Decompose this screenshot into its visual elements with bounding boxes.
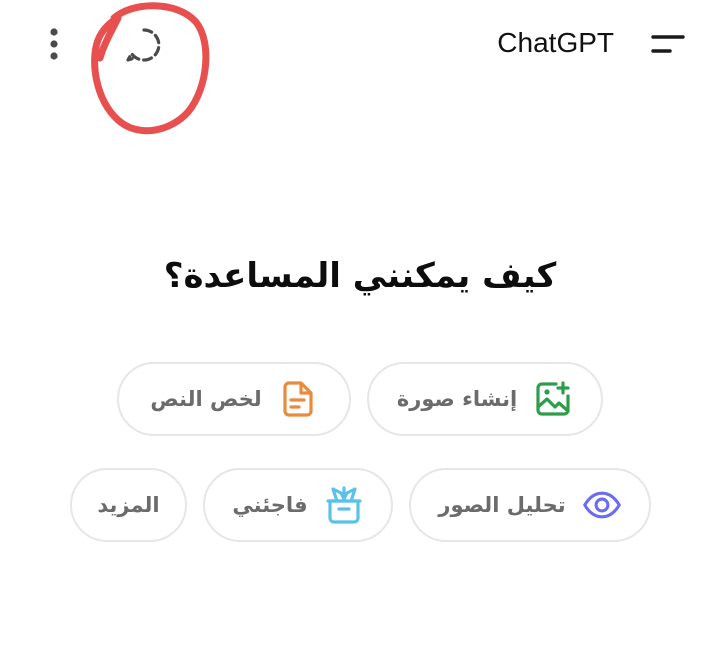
document-icon [278,379,318,419]
chip-label: المزيد [97,493,160,517]
app-title: ChatGPT [497,27,614,58]
eye-icon [582,485,622,525]
greeting-heading: كيف يمكنني المساعدة؟ [163,256,557,296]
surprise-me-chip[interactable]: فاجئني [203,468,393,542]
chip-label: تحليل الصور [438,493,566,517]
menu-button[interactable] [646,24,690,64]
analyze-images-chip[interactable]: تحليل الصور [409,468,651,542]
menu-icon [651,35,685,53]
gift-box-icon [324,485,364,525]
temporary-chat-button[interactable] [118,22,170,68]
image-create-icon [533,379,573,419]
top-bar: ChatGPT [0,0,720,135]
more-vertical-icon [50,28,58,60]
more-suggestions-chip[interactable]: المزيد [70,468,187,542]
chip-label: لخص النص [150,387,262,411]
chat-home-screen: ChatGPT كيف يمكنني المساعدة؟ إنشاء صورة [0,0,720,669]
chip-label: إنشاء صورة [396,387,518,411]
dashed-circle-chat-icon [126,28,161,62]
more-options-button[interactable] [36,26,72,62]
chip-label: فاجئني [232,493,308,517]
annotation-circle [91,2,210,135]
create-image-chip[interactable]: إنشاء صورة [367,362,603,436]
summarize-text-chip[interactable]: لخص النص [117,362,351,436]
